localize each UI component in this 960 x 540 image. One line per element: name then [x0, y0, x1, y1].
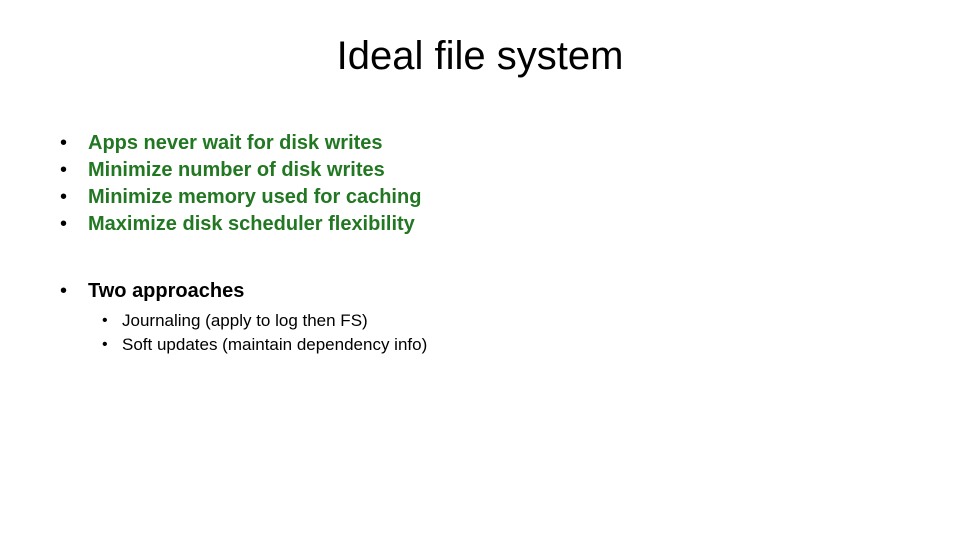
bullet-list-block2: Two approaches Journaling (apply to log …	[50, 278, 870, 357]
heading-text: Two approaches	[88, 280, 244, 302]
bullet-item: Minimize number of disk writes	[50, 157, 870, 184]
bullet-item-heading: Two approaches Journaling (apply to log …	[50, 278, 870, 357]
sub-bullet-item: Soft updates (maintain dependency info)	[88, 333, 870, 357]
bullet-list-block1: Apps never wait for disk writes Minimize…	[50, 130, 870, 238]
bullet-item: Minimize memory used for caching	[50, 184, 870, 211]
slide: Ideal file system Apps never wait for di…	[0, 0, 960, 540]
sub-bullet-item: Journaling (apply to log then FS)	[88, 309, 870, 333]
bullet-item: Maximize disk scheduler flexibility	[50, 211, 870, 238]
bullet-item: Apps never wait for disk writes	[50, 130, 870, 157]
slide-title: Ideal file system	[0, 34, 960, 79]
spacer	[50, 238, 870, 278]
slide-body: Apps never wait for disk writes Minimize…	[50, 130, 870, 357]
sub-bullet-list: Journaling (apply to log then FS) Soft u…	[88, 309, 870, 357]
